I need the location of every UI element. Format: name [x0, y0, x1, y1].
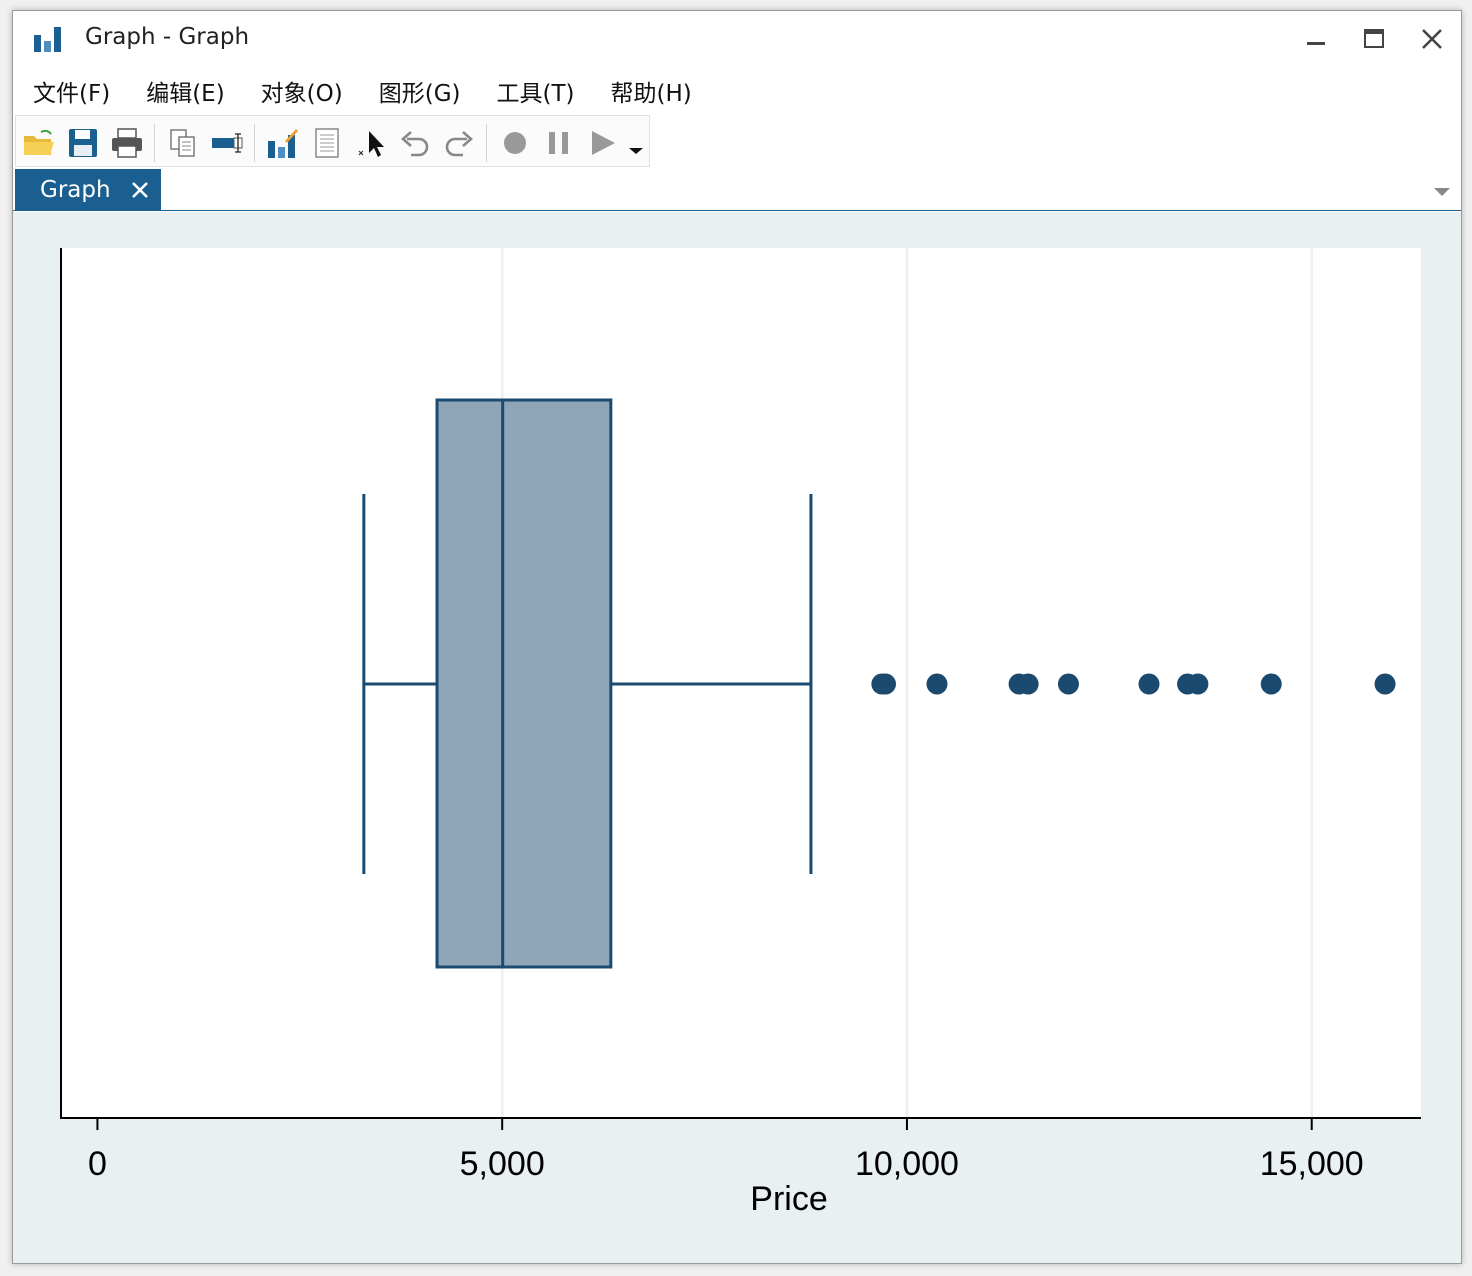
redo-button[interactable]	[442, 126, 476, 160]
menu-help[interactable]: 帮助(H)	[611, 74, 692, 108]
pointer-icon	[358, 131, 384, 157]
graph-area: 0 5,000 10,000 15,000 Price	[13, 212, 1461, 1263]
window-title: Graph - Graph	[85, 24, 250, 50]
menu-edit[interactable]: 编辑(E)	[146, 74, 224, 108]
toolbar-separator	[154, 124, 155, 162]
outlier-point	[1017, 673, 1039, 695]
open-folder-icon	[24, 129, 54, 155]
outlier-point	[1260, 673, 1282, 695]
minimize-icon	[1307, 42, 1325, 45]
properties-icon	[315, 128, 339, 158]
close-icon	[132, 182, 148, 198]
pointer-tool-button[interactable]	[354, 126, 388, 160]
play-button[interactable]	[586, 126, 620, 160]
maximize-button[interactable]	[1351, 19, 1397, 59]
open-button[interactable]	[22, 126, 56, 160]
x-tick-label: 5,000	[460, 1145, 545, 1183]
pause-icon	[549, 132, 568, 154]
outlier-point	[1138, 673, 1160, 695]
box-plot-chart: 0 5,000 10,000 15,000 Price	[60, 248, 1421, 1218]
outlier-point	[875, 673, 896, 695]
dropdown-icon	[629, 148, 643, 154]
outlier-point	[926, 673, 948, 695]
x-axis-label: Price	[750, 1180, 827, 1218]
stata-graph-app-icon	[34, 27, 61, 52]
toolbar	[15, 115, 650, 167]
outlier-point	[1374, 673, 1396, 695]
x-tick-label: 10,000	[855, 1145, 959, 1183]
play-icon	[592, 131, 615, 155]
maximize-icon	[1364, 29, 1384, 48]
rename-icon	[212, 133, 243, 153]
undo-icon	[401, 131, 429, 157]
toolbar-overflow-button[interactable]	[622, 126, 650, 160]
toolbar-separator	[254, 124, 255, 162]
tab-graph[interactable]: Graph	[15, 169, 161, 211]
menu-object[interactable]: 对象(O)	[261, 74, 343, 108]
rename-button[interactable]	[210, 126, 244, 160]
copy-icon	[170, 129, 195, 157]
iqr-box	[435, 398, 613, 969]
pause-button[interactable]	[542, 126, 576, 160]
print-button[interactable]	[110, 126, 144, 160]
tab-close-button[interactable]	[125, 175, 155, 205]
redo-icon	[445, 131, 473, 157]
x-tick-label: 15,000	[1260, 1145, 1364, 1183]
menu-graph[interactable]: 图形(G)	[379, 74, 461, 108]
outlier-point	[1187, 673, 1209, 695]
x-tick-label: 0	[88, 1145, 107, 1183]
record-icon	[504, 132, 526, 154]
outlier-point	[1057, 673, 1079, 695]
copy-button[interactable]	[166, 126, 200, 160]
menu-tools[interactable]: 工具(T)	[497, 74, 575, 108]
undo-button[interactable]	[398, 126, 432, 160]
menu-bar: 文件(F) 编辑(E) 对象(O) 图形(G) 工具(T) 帮助(H)	[13, 69, 1461, 113]
save-button[interactable]	[66, 126, 100, 160]
save-icon	[69, 129, 97, 157]
graph-editor-icon	[268, 129, 298, 158]
menu-file[interactable]: 文件(F)	[33, 74, 110, 108]
record-button[interactable]	[498, 126, 532, 160]
close-window-button[interactable]	[1409, 19, 1455, 59]
graph-editor-button[interactable]	[266, 126, 300, 160]
title-bar: Graph - Graph	[13, 11, 1461, 67]
close-icon	[1422, 29, 1442, 49]
tab-list-dropdown[interactable]	[1433, 183, 1451, 202]
properties-button[interactable]	[310, 126, 344, 160]
graph-window: Graph - Graph 文件(F) 编辑(E) 对象(O) 图形(G) 工具…	[12, 10, 1462, 1264]
tab-graph-label: Graph	[40, 177, 111, 203]
minimize-button[interactable]	[1293, 19, 1339, 59]
toolbar-separator	[486, 124, 487, 162]
tab-strip: Graph	[13, 169, 1461, 211]
print-icon	[112, 128, 142, 158]
chevron-down-icon	[1434, 188, 1450, 196]
